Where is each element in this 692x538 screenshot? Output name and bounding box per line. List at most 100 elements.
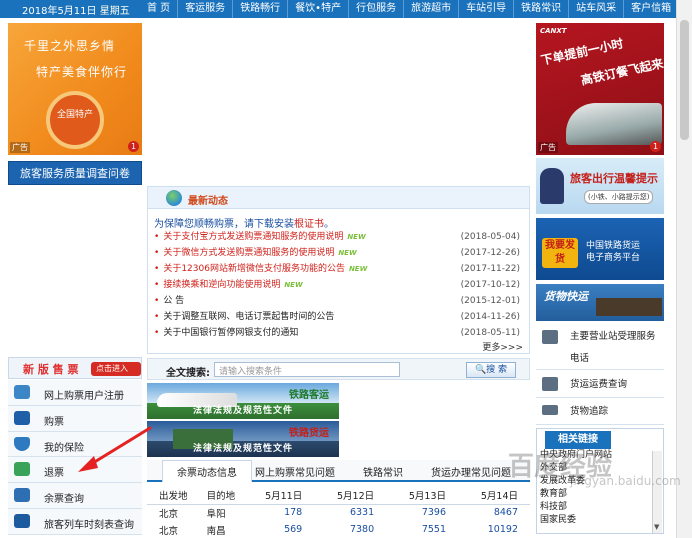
ad-label: 广告: [10, 142, 30, 153]
nav-station-showcase[interactable]: 站车风采: [568, 0, 623, 18]
nav-rail-knowledge[interactable]: 铁路常识: [513, 0, 568, 18]
menu-item-buy-ticket[interactable]: 购票: [8, 405, 142, 432]
col-destination: 目的地: [194, 487, 243, 505]
ad-line-2: 特产美食伴你行: [36, 65, 128, 79]
nav-passenger-service[interactable]: 客运服务: [177, 0, 232, 18]
full-text-search: 全文搜索: 请输入搜索条件 🔍搜 索: [147, 358, 530, 380]
nav-home[interactable]: 首 页: [140, 0, 177, 18]
refund-icon: [14, 462, 30, 477]
freight-ecommerce-banner[interactable]: 我要发货 中国铁路货运 电子商务平台: [536, 218, 664, 280]
travel-tips-banner[interactable]: 旅客出行温馨提示 (小铁、小路提示您): [536, 158, 664, 214]
travel-tips-title: 旅客出行温馨提示: [570, 172, 658, 185]
scrollbar-thumb[interactable]: [680, 20, 689, 140]
menu-item-timetable[interactable]: 旅客列车时刻表查询: [8, 508, 142, 535]
express-freight-banner[interactable]: 货物快运: [536, 284, 664, 321]
news-title-text: 关于中国银行暂停网银支付的通知: [163, 328, 299, 338]
news-item[interactable]: • 公 告 (2015-12-01): [154, 293, 526, 309]
news-item[interactable]: • 关于支付宝方式发送购票通知服务的使用说明 NEW (2018-05-04): [154, 229, 526, 245]
cell-from: 北京: [159, 525, 179, 537]
link-item[interactable]: 科技部: [540, 501, 567, 513]
menu-item-register[interactable]: 网上购票用户注册: [8, 380, 142, 406]
page-scrollbar[interactable]: [676, 0, 692, 538]
nav-travel-market[interactable]: 旅游超市: [403, 0, 458, 18]
cell-from: 北京: [159, 508, 179, 520]
cell-count[interactable]: 7396: [386, 504, 458, 521]
table-header-row: 出发地 目的地 5月11日 5月12日 5月13日 5月14日: [147, 487, 530, 505]
meal-order-ad[interactable]: CANXT 下单提前一小时 高铁订餐飞起来 广告 1: [536, 23, 664, 155]
cargo-tracking-link[interactable]: 货物追踪: [536, 399, 664, 425]
tab-ticket-availability[interactable]: 余票动态信息: [177, 464, 237, 479]
nav-luggage-service[interactable]: 行包服务: [348, 0, 403, 18]
cert-tip: 为保障您顺畅购票，请下载安装根证书。: [154, 219, 334, 230]
nav-station-guide[interactable]: 车站引导: [458, 0, 513, 18]
search-input[interactable]: 请输入搜索条件: [214, 362, 400, 377]
freight-train-image: [596, 298, 662, 316]
news-title-text: 关于调整互联网、电话订票起售时间的公告: [163, 312, 335, 322]
menu-item-balance-query[interactable]: 余票查询: [8, 483, 142, 509]
high-speed-train-image: [566, 103, 662, 145]
tab-online-faq[interactable]: 网上购票常见问题: [255, 464, 335, 479]
ad-line-1: 千里之外思乡情: [24, 39, 116, 53]
specialty-food-ad[interactable]: 千里之外思乡情 特产美食伴你行 全国特产 广告 1: [8, 23, 142, 155]
menu-item-insurance[interactable]: 我的保险: [8, 431, 142, 458]
baidu-jingyan-url-watermark: jingyan.baidu.com: [570, 474, 681, 488]
service-label: 货运运费查询: [570, 379, 628, 390]
banner-subtitle: 法律法规及规范性文件: [193, 406, 294, 416]
search-button[interactable]: 🔍搜 索: [466, 362, 516, 378]
link-item[interactable]: 教育部: [540, 488, 567, 500]
ticket-availability-table: 出发地 目的地 5月11日 5月12日 5月13日 5月14日 北京 阜阳 17…: [147, 487, 530, 538]
tab-freight-faq[interactable]: 货运办理常见问题: [431, 464, 511, 479]
news-item[interactable]: • 关于微信方式发送购票通知服务的使用说明 NEW (2017-12-26): [154, 245, 526, 261]
service-phone-link[interactable]: 主要营业站受理服务电话: [536, 324, 664, 370]
news-item[interactable]: • 关于调整互联网、电话订票起售时间的公告 (2014-11-26): [154, 309, 526, 325]
col-departure: 出发地: [147, 487, 195, 505]
cell-count[interactable]: 10192: [458, 521, 530, 538]
nav-customer-mailbox[interactable]: 客户信箱: [623, 0, 678, 18]
news-item[interactable]: • 关于中国银行暂停网银支付的通知 (2018-05-11): [154, 325, 526, 341]
express-title: 货物快运: [544, 290, 588, 303]
banner-subtitle: 法律法规及规范性文件: [193, 444, 294, 454]
service-label: 主要营业站受理服务电话: [570, 331, 656, 364]
news-title-text: 关于支付宝方式发送购票通知服务的使用说明: [163, 232, 344, 242]
cell-count[interactable]: 7380: [314, 521, 386, 538]
more-news-link[interactable]: 更多>>>: [482, 340, 523, 353]
news-date: (2017-12-26): [460, 248, 520, 258]
menu-item-refund[interactable]: 退票: [8, 457, 142, 484]
phone-service-icon: [542, 330, 558, 344]
cell-count[interactable]: 8467: [458, 504, 530, 521]
cell-count[interactable]: 7551: [386, 521, 458, 538]
train-timetable-icon: [14, 513, 30, 528]
table-row: 北京 南昌 569 7380 7551 10192: [147, 521, 530, 538]
links-scrollbar[interactable]: ▼: [652, 451, 662, 533]
freight-law-banner[interactable]: 铁路货运 法律法规及规范性文件: [147, 421, 339, 457]
canxt-logo: CANXT: [540, 27, 567, 35]
service-survey-button[interactable]: 旅客服务质量调查问卷: [8, 161, 142, 185]
news-item[interactable]: • 关于12306网站新增微信支付服务功能的公告 NEW (2017-11-22): [154, 261, 526, 277]
menu-label: 网上购票用户注册: [44, 391, 124, 402]
tab-rail-knowledge[interactable]: 铁路常识: [363, 464, 403, 479]
nav-rail-travel[interactable]: 铁路畅行: [232, 0, 287, 18]
ad-count-badge: 1: [650, 141, 661, 152]
cell-count[interactable]: 569: [242, 521, 314, 538]
cell-count[interactable]: 178: [242, 504, 314, 521]
news-title-text: 关于微信方式发送购票通知服务的使用说明: [163, 248, 335, 258]
cell-count[interactable]: 6331: [314, 504, 386, 521]
news-header: 最新动态: [148, 187, 529, 209]
new-ticket-banner[interactable]: 新 版 售 票 点击进入>>: [8, 357, 142, 387]
menu-label: 旅客列车时刻表查询: [44, 519, 134, 531]
bullet-icon: •: [154, 312, 160, 322]
freight-fee-link[interactable]: 货运运费查询: [536, 372, 664, 398]
nav-food-specialty[interactable]: 餐饮•特产: [287, 0, 348, 18]
banner-caption: 铁路货运: [289, 428, 329, 439]
passenger-law-banner[interactable]: 铁路客运 法律法规及规范性文件: [147, 383, 339, 419]
news-title-text: 关于12306网站新增微信支付服务功能的公告: [163, 264, 345, 274]
scroll-down-arrow-icon[interactable]: ▼: [654, 523, 659, 531]
truck-icon: [542, 405, 558, 415]
bullet-icon: •: [154, 328, 160, 338]
enter-new-ticket-button[interactable]: 点击进入>>: [91, 362, 141, 387]
link-item[interactable]: 国家民委: [540, 514, 576, 526]
news-title-text: 公 告: [163, 296, 185, 306]
news-item[interactable]: • 接续换乘和逆向功能使用说明 NEW (2017-10-12): [154, 277, 526, 293]
menu-label: 我的保险: [44, 442, 84, 454]
service-label: 货物追踪: [570, 406, 609, 417]
